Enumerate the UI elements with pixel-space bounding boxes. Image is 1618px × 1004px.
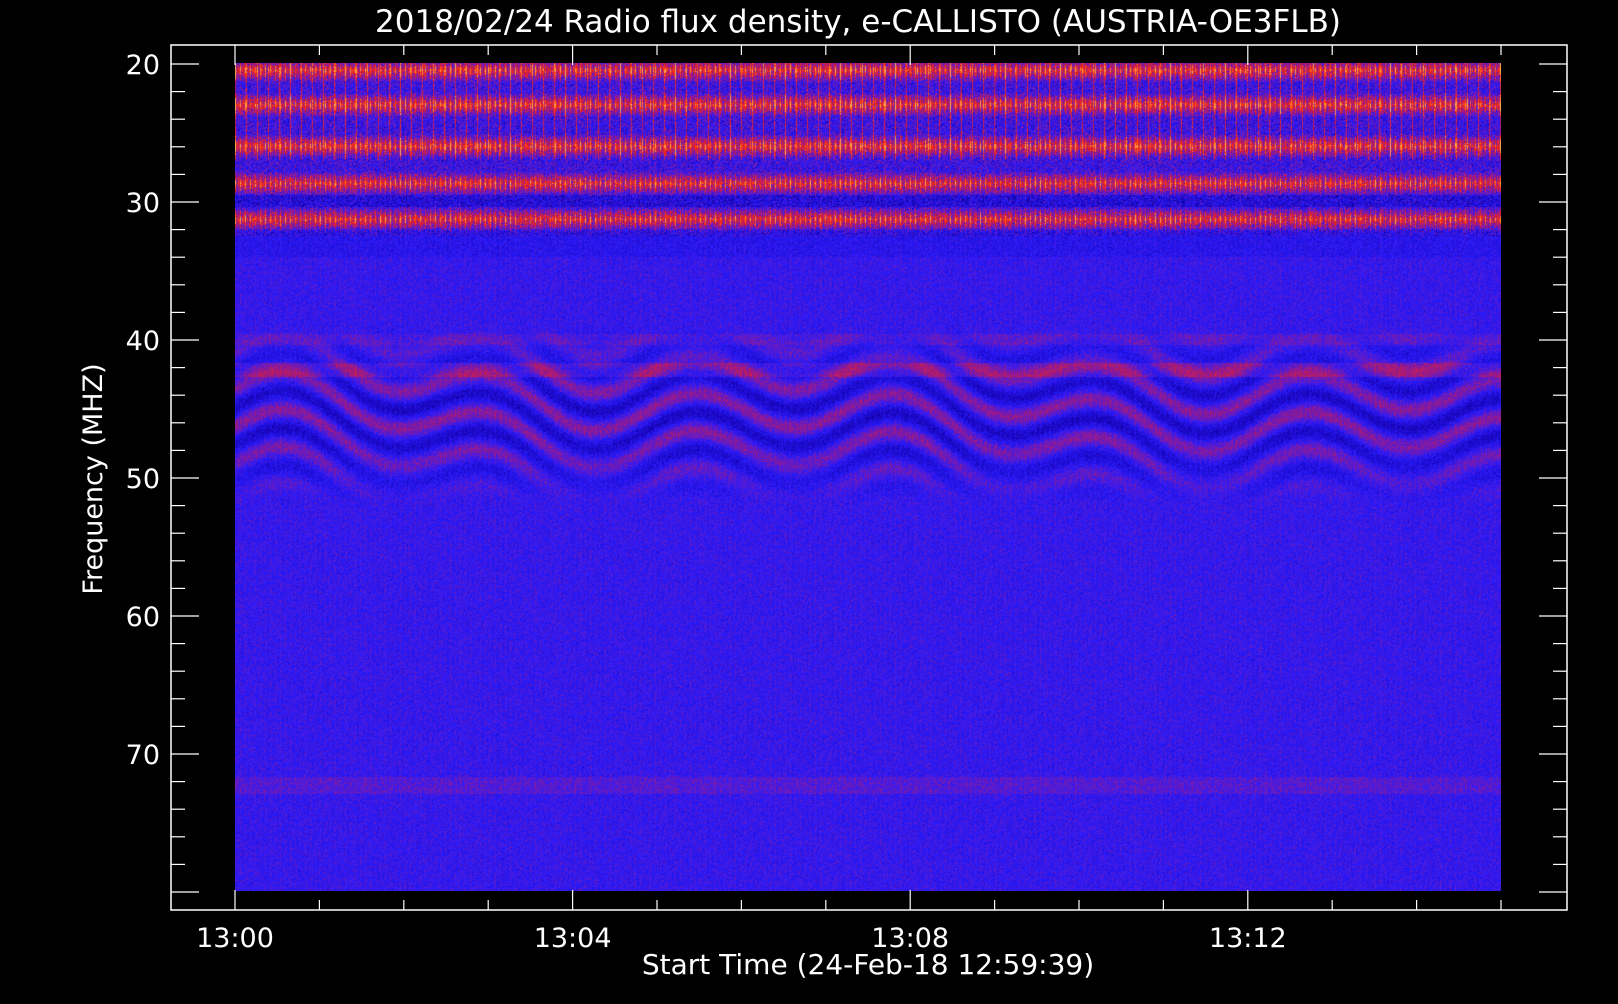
x-tick-label: 13:00 (196, 923, 274, 954)
y-tick-label: 20 (126, 50, 160, 81)
y-tick-label: 30 (126, 188, 160, 219)
chart-title: 2018/02/24 Radio flux density, e-CALLIST… (375, 4, 1341, 40)
y-tick-label: 70 (126, 740, 160, 771)
heatmap-image (235, 63, 1501, 891)
x-axis-label: Start Time (24-Feb-18 12:59:39) (642, 948, 1094, 981)
y-tick-label: 50 (126, 464, 160, 495)
chart-svg: 2018/02/24 Radio flux density, e-CALLIST… (0, 0, 1618, 1000)
y-tick-label: 60 (126, 602, 160, 633)
x-tick-label: 13:04 (534, 923, 612, 954)
y-tick-label: 40 (126, 326, 160, 357)
y-axis-label: Frequency (MHZ) (78, 363, 109, 594)
spectrogram-chart: 2018/02/24 Radio flux density, e-CALLIST… (0, 0, 1618, 1000)
x-tick-label: 13:12 (1209, 923, 1287, 954)
